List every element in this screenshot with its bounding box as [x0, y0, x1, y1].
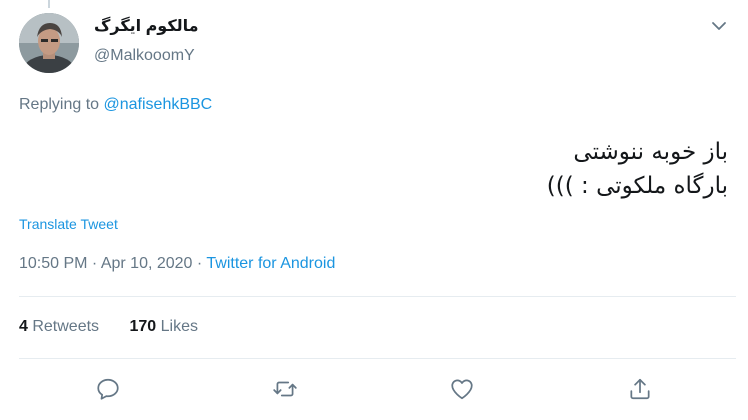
author-display-name[interactable]: مالکوم ایگرگ — [94, 16, 199, 36]
avatar-image — [19, 13, 79, 73]
replying-to: Replying to @nafisehkBBC — [19, 96, 212, 114]
retweet-count: 4 — [19, 318, 28, 335]
meta-separator: · — [87, 255, 101, 272]
retweet-button[interactable] — [272, 376, 298, 402]
likes-label: Likes — [156, 318, 198, 335]
tweet-text-line: باز خوبه ننوشتی — [573, 139, 728, 165]
retweets-label: Retweets — [27, 318, 100, 335]
thread-connector-line — [48, 0, 50, 8]
tweet-text: باز خوبه ننوشتی بارگاه ملکوتی : ))) — [228, 135, 728, 203]
tweet-date[interactable]: Apr 10, 2020 — [101, 255, 193, 272]
tweet-metadata: 10:50 PM · Apr 10, 2020 · Twitter for An… — [19, 255, 335, 273]
share-icon — [630, 378, 650, 400]
tweet-text-line: بارگاه ملکوتی : ))) — [546, 173, 728, 199]
reply-button[interactable] — [95, 376, 121, 402]
divider — [19, 296, 736, 297]
tweet-time[interactable]: 10:50 PM — [19, 255, 87, 272]
retweets-stat[interactable]: 4 Retweets — [19, 318, 99, 335]
heart-icon — [451, 379, 473, 400]
divider — [19, 358, 736, 359]
tweet-source-link[interactable]: Twitter for Android — [206, 255, 335, 272]
author-handle[interactable]: @MalkooomY — [94, 47, 195, 65]
reply-icon — [97, 378, 119, 400]
tweet-stats: 4 Retweets 170 Likes — [19, 318, 198, 336]
like-count: 170 — [129, 318, 157, 335]
chevron-down-icon[interactable] — [709, 16, 729, 36]
avatar[interactable] — [19, 13, 79, 73]
replying-to-label: Replying to — [19, 96, 104, 113]
retweet-icon — [273, 381, 297, 397]
reply-mention-link[interactable]: @nafisehkBBC — [104, 96, 213, 113]
likes-stat[interactable]: 170 Likes — [130, 318, 199, 335]
translate-tweet-link[interactable]: Translate Tweet — [19, 216, 118, 232]
share-button[interactable] — [627, 376, 653, 402]
meta-separator: · — [192, 255, 207, 272]
like-button[interactable] — [449, 376, 475, 402]
